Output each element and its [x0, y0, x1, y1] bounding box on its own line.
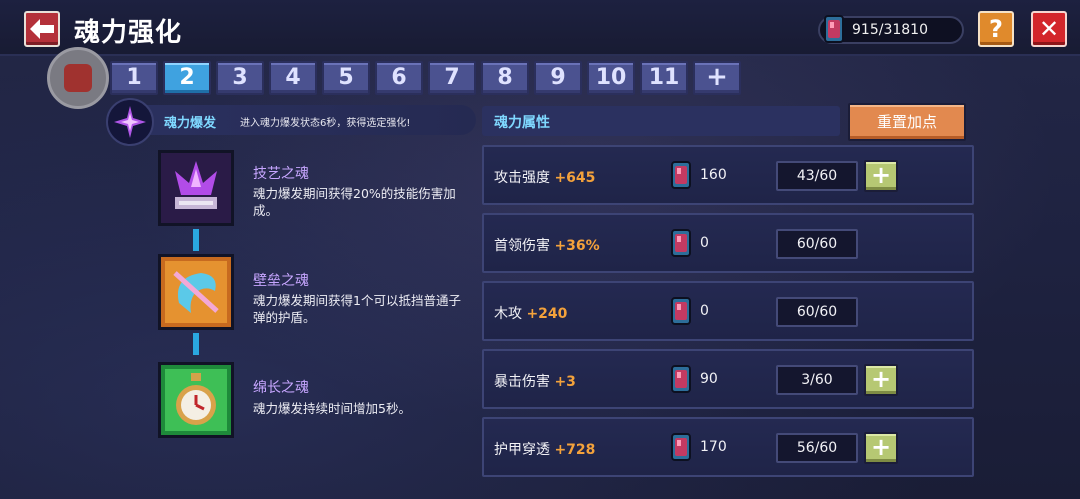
currency-amount: 915/31810	[852, 22, 928, 38]
attribute-bonus: +645	[554, 170, 596, 186]
skill-name: 绵长之魂	[253, 380, 309, 396]
arrow-left-icon	[30, 19, 54, 39]
avatar[interactable]	[47, 47, 109, 109]
skill-name: 技艺之魂	[253, 166, 309, 182]
attribute-bonus: +36%	[554, 238, 600, 254]
tab-1[interactable]: 1	[110, 61, 158, 95]
page-title: 魂力强化	[74, 18, 183, 48]
soul-currency-display: 915/31810	[818, 15, 964, 44]
attribute-row: 木攻 +240 0 60/60	[482, 281, 974, 341]
attribute-bonus: +3	[554, 374, 576, 390]
attribute-row: 首领伤害 +36% 0 60/60	[482, 213, 974, 273]
skill-description: 魂力爆发持续时间增加5秒。	[253, 401, 411, 416]
attribute-level: 3/60	[776, 365, 858, 395]
soul-gem-icon	[671, 433, 691, 461]
page-tabs: 1 2 3 4 5 6 7 8 9 10 11 +	[110, 61, 741, 95]
reset-points-button[interactable]: 重置加点	[848, 103, 966, 141]
star-burst-icon	[114, 106, 146, 138]
tab-4[interactable]: 4	[269, 61, 317, 95]
attribute-level: 60/60	[776, 297, 858, 327]
tab-6[interactable]: 6	[375, 61, 423, 95]
soul-gem-icon	[824, 15, 844, 43]
help-button[interactable]: ?	[978, 11, 1014, 47]
soul-gem-icon	[671, 365, 691, 393]
skill-connector	[193, 333, 199, 355]
add-tab-button[interactable]: +	[693, 61, 741, 95]
soul-gem-icon	[671, 297, 691, 325]
tab-9[interactable]: 9	[534, 61, 582, 95]
attribute-level: 56/60	[776, 433, 858, 463]
attribute-name: 木攻 +240	[494, 306, 568, 322]
close-button[interactable]: ✕	[1031, 11, 1067, 47]
tab-11[interactable]: 11	[640, 61, 688, 95]
tab-10[interactable]: 10	[587, 61, 635, 95]
attribute-title: 魂力属性	[494, 115, 550, 131]
attribute-row: 攻击强度 +645 160 43/60 +	[482, 145, 974, 205]
attribute-level: 60/60	[776, 229, 858, 259]
attribute-bonus: +728	[554, 442, 596, 458]
add-point-button[interactable]: +	[864, 432, 898, 464]
tab-7[interactable]: 7	[428, 61, 476, 95]
tab-8[interactable]: 8	[481, 61, 529, 95]
add-point-button[interactable]: +	[864, 160, 898, 192]
skill-connector	[193, 229, 199, 251]
attribute-row: 暴击伤害 +3 90 3/60 +	[482, 349, 974, 409]
attribute-name: 攻击强度 +645	[494, 170, 596, 186]
attribute-cost: 90	[700, 371, 718, 387]
attribute-name: 暴击伤害 +3	[494, 374, 576, 390]
burst-title: 魂力爆发	[164, 116, 217, 131]
attribute-name: 护甲穿透 +728	[494, 442, 596, 458]
attribute-cost: 0	[700, 235, 709, 251]
tab-2[interactable]: 2	[163, 61, 211, 95]
add-point-button[interactable]: +	[864, 364, 898, 396]
tab-5[interactable]: 5	[322, 61, 370, 95]
skill-description: 魂力爆发期间获得1个可以抵挡普通子弹的护盾。	[253, 293, 461, 325]
skill-name: 壁垒之魂	[253, 273, 309, 289]
attribute-row: 护甲穿透 +728 170 56/60 +	[482, 417, 974, 477]
clock-icon[interactable]	[158, 362, 234, 438]
attribute-bonus: +240	[526, 306, 568, 322]
soul-gem-icon	[671, 161, 691, 189]
attribute-cost: 170	[700, 439, 727, 455]
soul-gem-icon	[671, 229, 691, 257]
burst-description: 进入魂力爆发状态6秒，获得选定强化!	[240, 118, 411, 129]
avatar-image	[64, 64, 92, 92]
shield-icon[interactable]	[158, 254, 234, 330]
burst-icon	[106, 98, 154, 146]
skill-description: 魂力爆发期间获得20%的技能伤害加成。	[253, 186, 456, 218]
attribute-name: 首领伤害 +36%	[494, 238, 600, 254]
attribute-cost: 0	[700, 303, 709, 319]
attribute-cost: 160	[700, 167, 727, 183]
crystal-icon[interactable]	[158, 150, 234, 226]
tab-3[interactable]: 3	[216, 61, 264, 95]
attribute-level: 43/60	[776, 161, 858, 191]
back-button[interactable]	[24, 11, 60, 47]
